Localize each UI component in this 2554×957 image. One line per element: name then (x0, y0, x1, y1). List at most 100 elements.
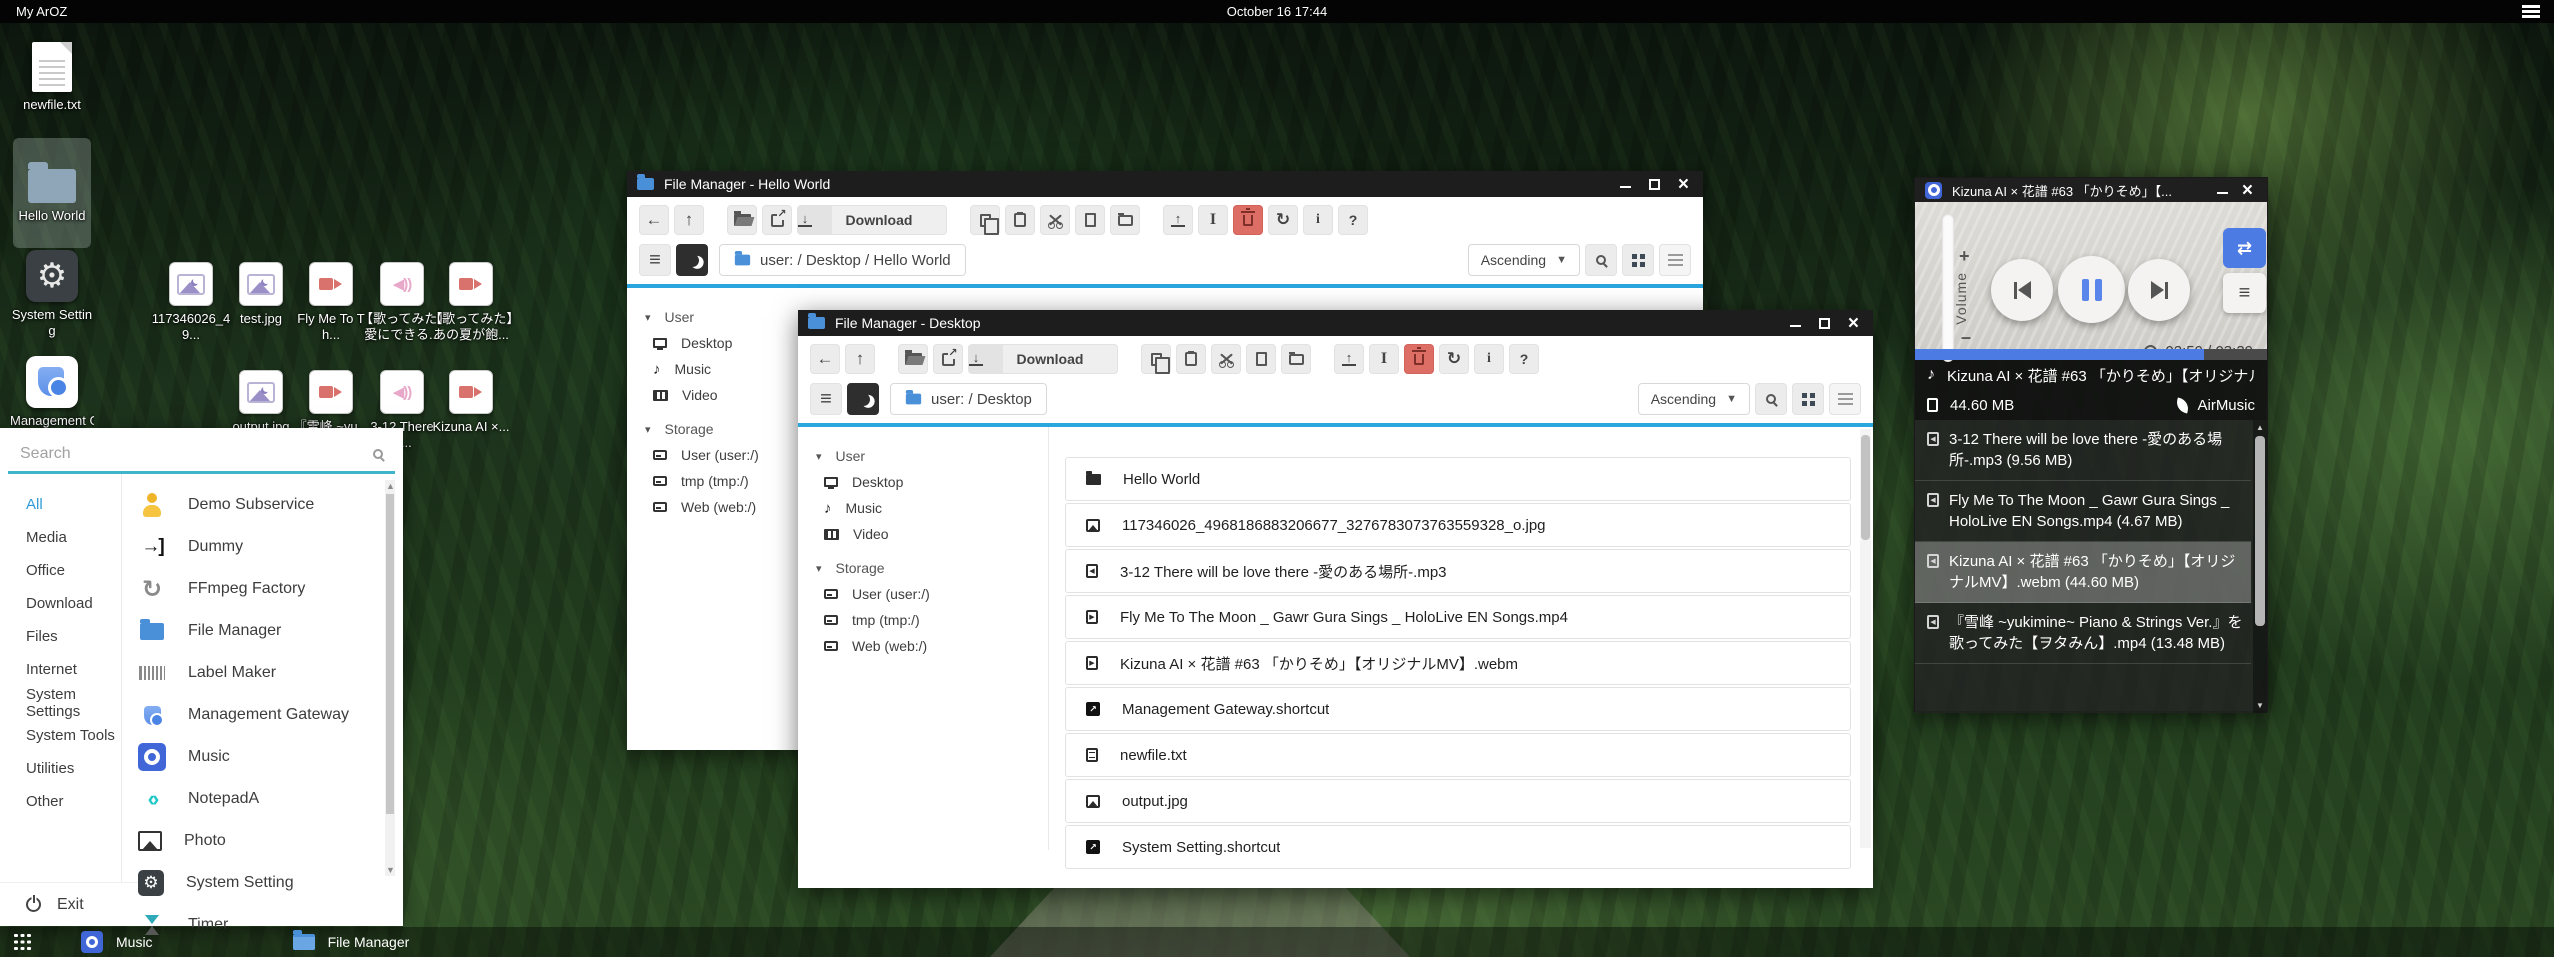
rename-button[interactable]: I (1198, 205, 1228, 235)
hamburger-menu-icon[interactable] (2522, 5, 2540, 18)
app-item[interactable]: System Setting (122, 862, 403, 904)
category-item[interactable]: Files (0, 620, 121, 653)
category-item[interactable]: Office (0, 554, 121, 587)
back-button[interactable]: ← (810, 344, 840, 374)
search-button[interactable] (1755, 383, 1787, 415)
sidebar-group-user[interactable]: ▾User (816, 443, 1048, 469)
app-item[interactable]: FFmpeg Factory (122, 568, 403, 610)
desktop-icon[interactable]: newfile.txt (10, 42, 94, 113)
app-list-scrollbar[interactable] (385, 480, 395, 876)
close-icon[interactable]: × (1678, 175, 1689, 194)
grid-view-button[interactable] (1622, 244, 1654, 276)
app-item[interactable]: Dummy (122, 526, 403, 568)
sidebar-item[interactable]: Desktop (645, 330, 797, 356)
file-row[interactable]: Fly Me To The Moon _ Gawr Gura Sings _ H… (1065, 595, 1851, 639)
file-row[interactable]: System Setting.shortcut (1065, 825, 1851, 869)
breadcrumb[interactable]: user: / Desktop (890, 383, 1047, 415)
open-button[interactable] (727, 205, 757, 235)
cut-button[interactable] (1040, 205, 1070, 235)
maximize-icon[interactable] (1649, 179, 1660, 190)
category-item[interactable]: Download (0, 587, 121, 620)
sidebar-item[interactable]: Music (645, 356, 797, 382)
menu-button[interactable] (810, 383, 842, 415)
sidebar-item[interactable]: Desktop (816, 469, 1048, 495)
refresh-button[interactable] (1268, 205, 1298, 235)
paste-button[interactable] (1005, 205, 1035, 235)
volume-up-label[interactable]: + (1959, 246, 1970, 267)
sort-dropdown[interactable]: Ascending▼ (1468, 244, 1580, 276)
desktop-icon[interactable]: Hello World (13, 138, 91, 248)
dark-mode-toggle[interactable] (847, 383, 879, 415)
file-row[interactable]: Hello World (1065, 457, 1851, 501)
playlist-item[interactable]: 『雪峰 ~yukimine~ Piano & Strings Ver.』を歌って… (1915, 603, 2251, 664)
sort-dropdown[interactable]: Ascending▼ (1638, 383, 1750, 415)
previous-track-button[interactable] (1991, 259, 2053, 321)
up-button[interactable]: ↑ (674, 205, 704, 235)
app-item[interactable]: File Manager (122, 610, 403, 652)
back-button[interactable]: ← (639, 205, 669, 235)
desktop-icon[interactable]: Kizuna AI ×... (429, 370, 513, 435)
breadcrumb[interactable]: user: / Desktop / Hello World (719, 244, 966, 276)
grid-view-button[interactable] (1792, 383, 1824, 415)
category-item[interactable]: Other (0, 785, 121, 818)
category-item[interactable]: All (0, 488, 121, 521)
file-row[interactable]: Kizuna AI × 花譜 #63 「かりそめ」【オリジナルMV】.webm (1065, 641, 1851, 685)
delete-button[interactable] (1404, 344, 1434, 374)
sidebar-group-storage[interactable]: ▾Storage (816, 555, 1048, 581)
file-row[interactable]: newfile.txt (1065, 733, 1851, 777)
help-button[interactable]: ? (1509, 344, 1539, 374)
minimize-icon[interactable] (2217, 186, 2228, 194)
download-button[interactable]: Download (968, 344, 1118, 374)
delete-button[interactable] (1233, 205, 1263, 235)
new-folder-button[interactable] (1281, 344, 1311, 374)
category-item[interactable]: Internet (0, 653, 121, 686)
search-input[interactable] (8, 445, 373, 463)
app-grid-icon[interactable] (14, 934, 31, 951)
desktop-icon[interactable]: Management Gateway (10, 356, 94, 429)
copy-button[interactable] (1141, 344, 1171, 374)
volume-down-label[interactable]: – (1961, 327, 1971, 348)
airmusic-button[interactable]: AirMusic (2176, 397, 2255, 414)
next-track-button[interactable] (2128, 259, 2190, 321)
player-titlebar[interactable]: Kizuna AI × 花譜 #63 「かりそめ」【... × (1915, 178, 2267, 202)
new-file-button[interactable] (1246, 344, 1276, 374)
close-icon[interactable]: × (1848, 314, 1859, 333)
progress-bar[interactable] (1915, 349, 2267, 360)
app-item[interactable]: Photo (122, 820, 403, 862)
desktop-icon[interactable]: 【歌ってみた】あの夏が飽... (429, 262, 513, 344)
search-button[interactable] (1585, 244, 1617, 276)
fm2-scrollbar[interactable] (1860, 429, 1871, 848)
minimize-icon[interactable] (1620, 180, 1631, 188)
queue-button[interactable] (2223, 273, 2266, 313)
sidebar-item[interactable]: User (user:/) (816, 581, 1048, 607)
app-item[interactable]: Label Maker (122, 652, 403, 694)
playlist-item[interactable]: 3-12 There will be love there -愛のある場所-.m… (1915, 420, 2251, 481)
close-icon[interactable]: × (2242, 181, 2253, 200)
up-button[interactable]: ↑ (845, 344, 875, 374)
list-view-button[interactable] (1829, 383, 1861, 415)
file-row[interactable]: 3-12 There will be love there -愛のある場所-.m… (1065, 549, 1851, 593)
fm1-titlebar[interactable]: File Manager - Hello World × (627, 171, 1703, 197)
sidebar-item[interactable]: Music (816, 495, 1048, 521)
sidebar-item[interactable]: Web (web:/) (645, 494, 797, 520)
sidebar-item[interactable]: User (user:/) (645, 442, 797, 468)
list-view-button[interactable] (1659, 244, 1691, 276)
sidebar-group-user[interactable]: ▾User (645, 304, 797, 330)
category-item[interactable]: System Tools (0, 719, 121, 752)
copy-button[interactable] (970, 205, 1000, 235)
cut-button[interactable] (1211, 344, 1241, 374)
sidebar-item[interactable]: Video (645, 382, 797, 408)
maximize-icon[interactable] (1819, 318, 1830, 329)
taskbar-item-file-manager[interactable]: File Manager (283, 927, 420, 957)
sidebar-item[interactable]: Web (web:/) (816, 633, 1048, 659)
pause-button[interactable] (2058, 256, 2125, 323)
dark-mode-toggle[interactable] (676, 244, 708, 276)
taskbar-item-music[interactable]: Music (71, 927, 163, 957)
upload-button[interactable] (1163, 205, 1193, 235)
app-item[interactable]: Music (122, 736, 403, 778)
sidebar-item[interactable]: tmp (tmp:/) (816, 607, 1048, 633)
sidebar-group-storage[interactable]: ▾Storage (645, 416, 797, 442)
open-button[interactable] (898, 344, 928, 374)
app-item[interactable]: Demo Subservice (122, 484, 403, 526)
help-button[interactable]: ? (1338, 205, 1368, 235)
